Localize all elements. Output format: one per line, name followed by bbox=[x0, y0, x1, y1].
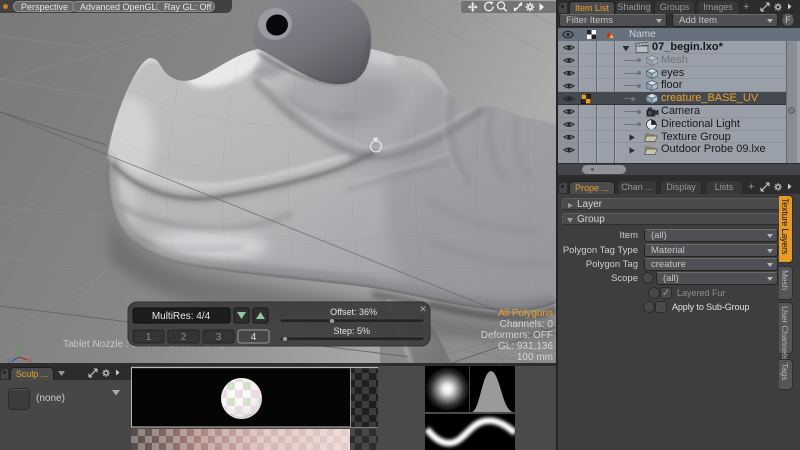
svg-text:Step: 5%: Step: 5% bbox=[333, 326, 370, 336]
svg-text:All Polygons: All Polygons bbox=[498, 308, 553, 319]
svg-text:4: 4 bbox=[251, 332, 257, 343]
svg-text:✕: ✕ bbox=[419, 304, 427, 314]
svg-text:MultiRes: 4/4: MultiRes: 4/4 bbox=[152, 311, 211, 322]
svg-text:Offset: 36%: Offset: 36% bbox=[330, 307, 377, 317]
svg-text:1: 1 bbox=[146, 332, 152, 343]
svg-text:GL: 931,136: GL: 931,136 bbox=[498, 341, 553, 352]
svg-text:100 mm: 100 mm bbox=[517, 352, 553, 363]
svg-text:3: 3 bbox=[216, 332, 222, 343]
svg-text:Channels: 0: Channels: 0 bbox=[500, 319, 554, 330]
svg-text:y: y bbox=[18, 343, 21, 349]
svg-text:2: 2 bbox=[181, 332, 187, 343]
svg-text:Deformers: OFF: Deformers: OFF bbox=[481, 330, 553, 341]
